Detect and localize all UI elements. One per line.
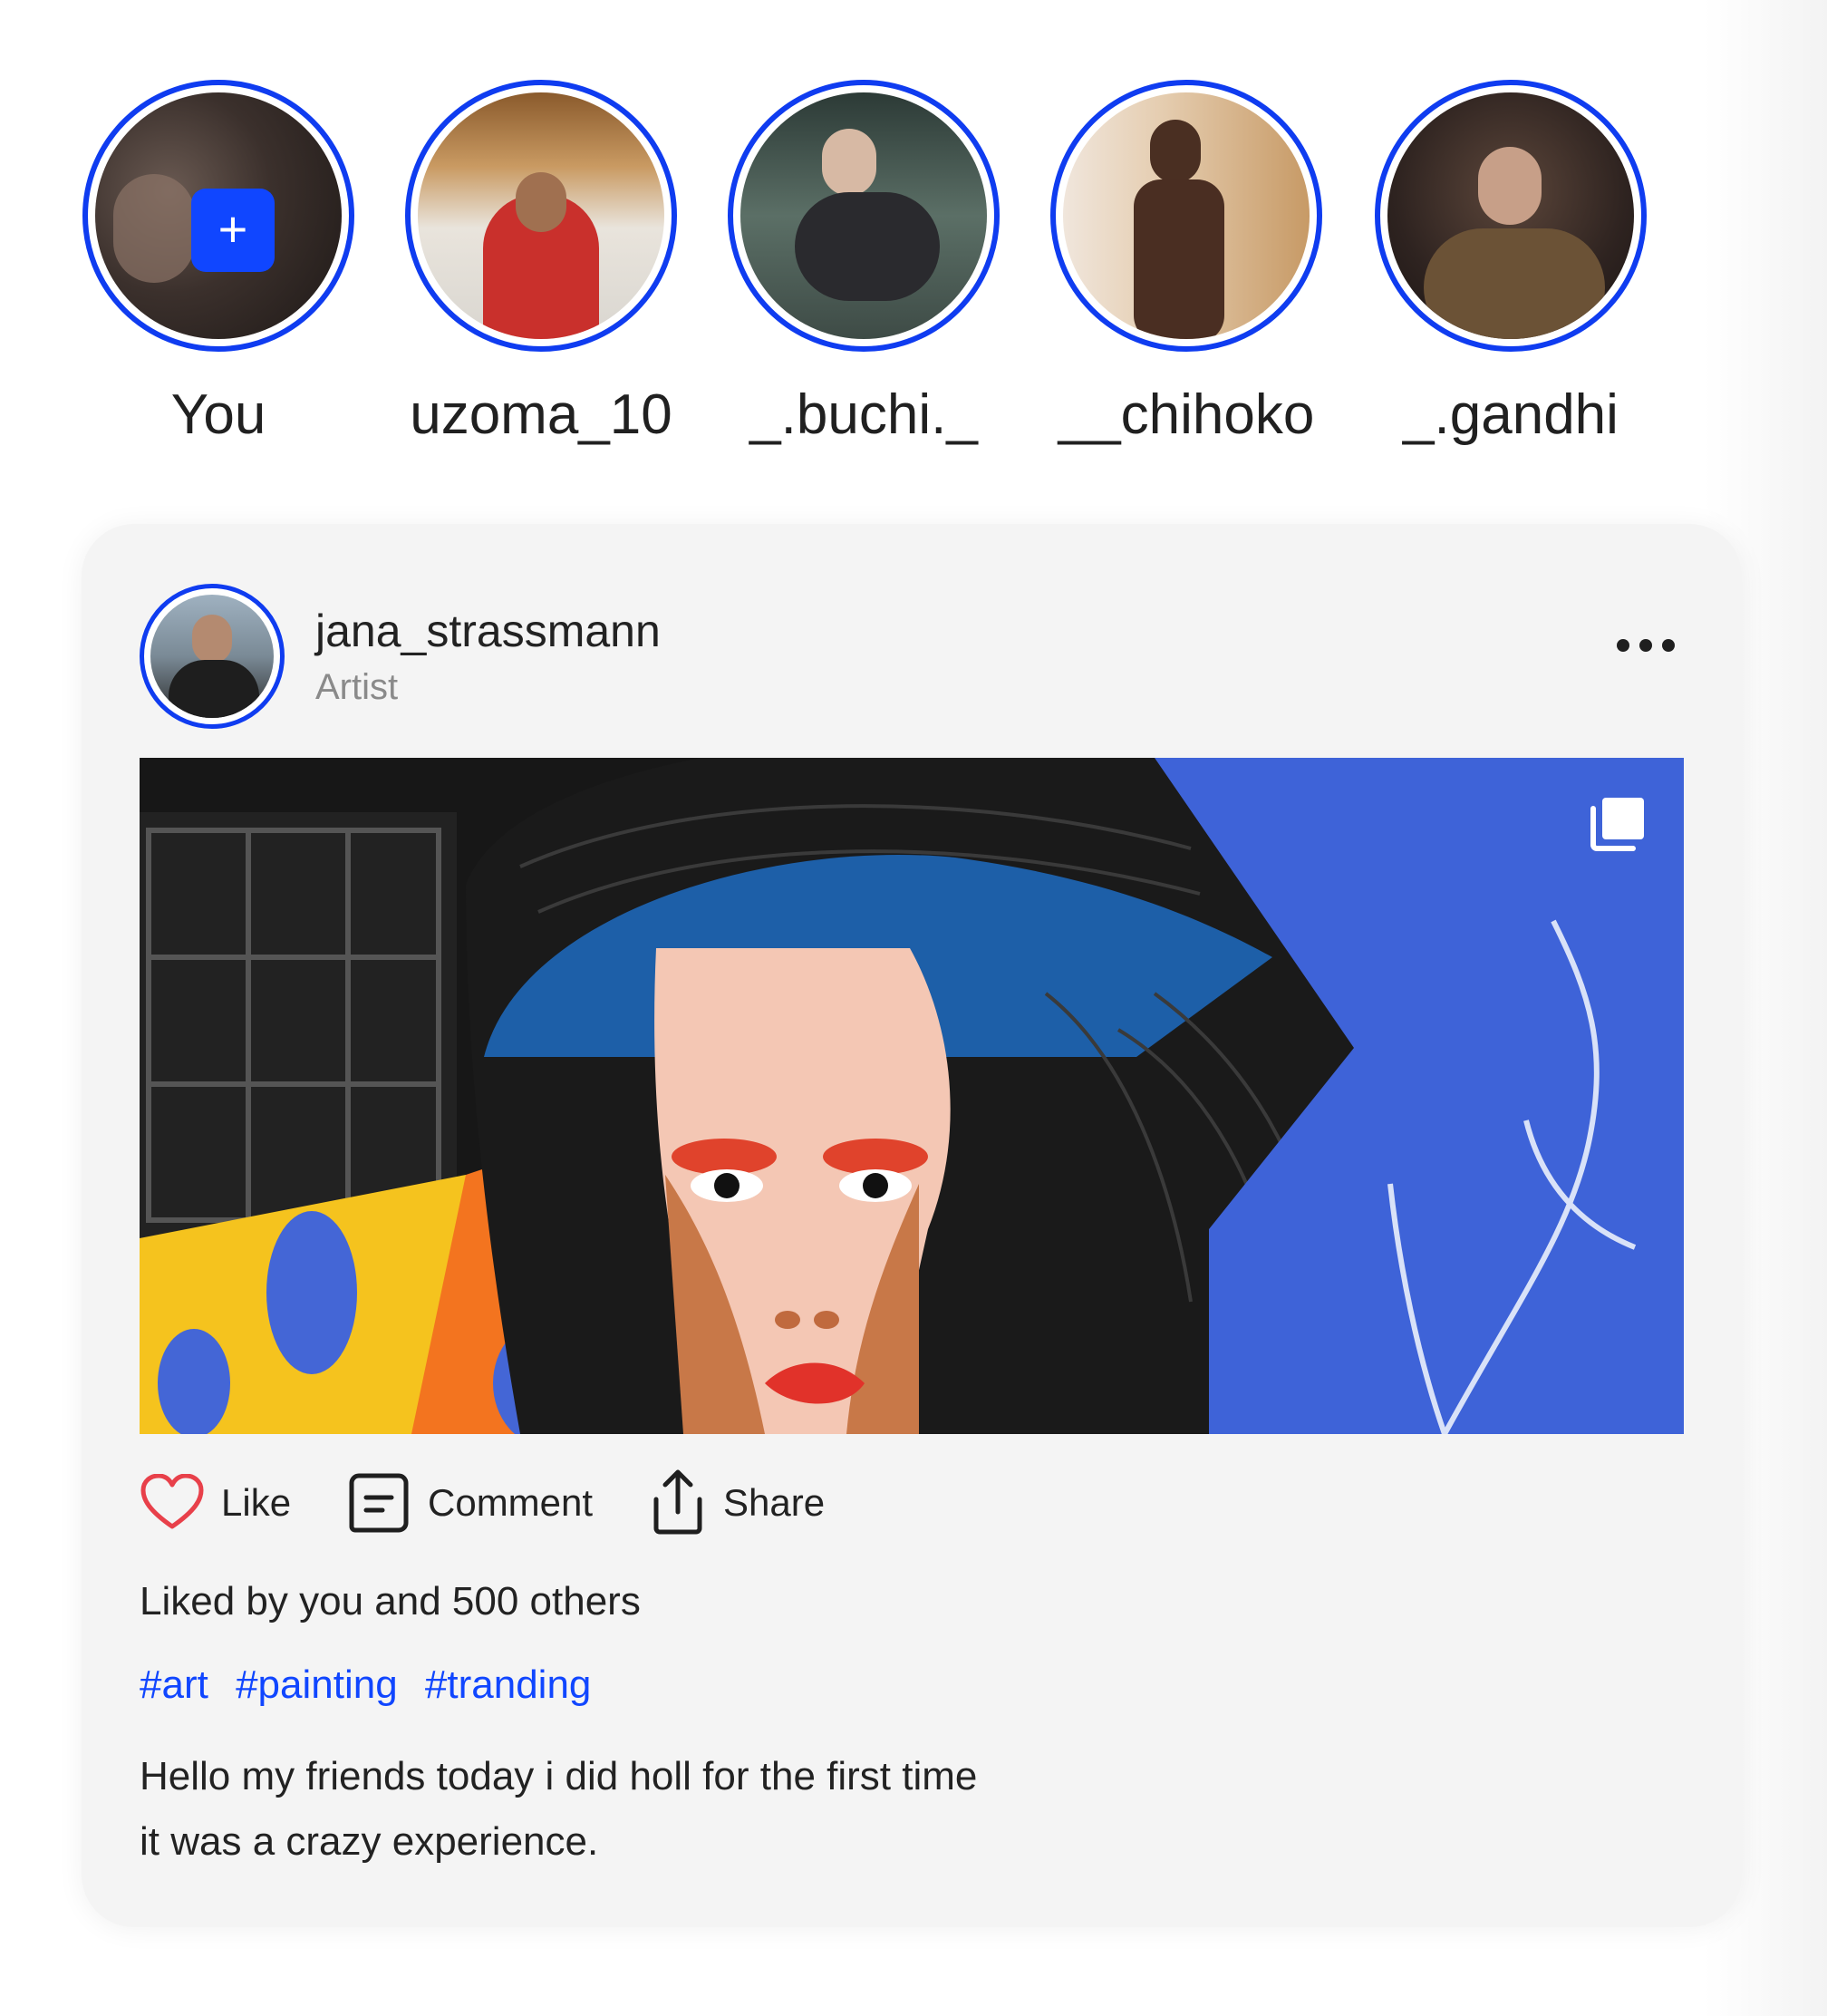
comment-label: Comment — [428, 1481, 594, 1524]
story-avatar — [418, 92, 664, 339]
story-buchi[interactable]: _.buchi._ — [723, 80, 1004, 448]
post-image[interactable] — [140, 758, 1684, 1434]
post-card: jana_strassmann Artist Like Comment Shar… — [82, 524, 1742, 1927]
like-label: Like — [221, 1481, 292, 1524]
comment-icon — [349, 1473, 409, 1533]
author-avatar-ring[interactable] — [140, 584, 285, 729]
story-label: _.buchi._ — [749, 383, 978, 446]
share-button[interactable]: Share — [649, 1467, 825, 1539]
story-gandhi[interactable]: _.gandhi — [1370, 80, 1651, 448]
story-avatar — [1063, 92, 1310, 339]
likes-count[interactable]: Liked by you and 500 others — [140, 1577, 641, 1626]
hashtag-link[interactable]: #painting — [236, 1662, 398, 1707]
story-ring — [405, 80, 677, 352]
story-ring — [1050, 80, 1322, 352]
story-label: _.gandhi — [1403, 383, 1619, 446]
story-ring — [728, 80, 1000, 352]
hashtag-link[interactable]: #art — [140, 1662, 208, 1707]
story-avatar: + — [95, 92, 342, 339]
multiple-images-icon — [1590, 798, 1644, 851]
author-role: Artist — [315, 667, 399, 707]
post-caption: Hello my friends today i did holl for th… — [140, 1744, 1227, 1875]
more-options-icon[interactable] — [1617, 635, 1675, 656]
story-uzoma[interactable]: uzoma_10 — [401, 80, 682, 448]
like-button[interactable]: Like — [140, 1467, 291, 1539]
story-label: You — [170, 383, 266, 446]
author-name[interactable]: jana_strassmann — [315, 604, 661, 658]
add-story-button[interactable]: + — [191, 189, 275, 272]
hashtags: #art #painting #tranding — [140, 1661, 607, 1710]
story-ring: + — [82, 80, 354, 352]
caption-line: Hello my friends today i did holl for th… — [140, 1754, 978, 1798]
post-actions: Like Comment Share — [140, 1467, 955, 1539]
hashtag-link[interactable]: #tranding — [425, 1662, 591, 1707]
story-avatar — [740, 92, 987, 339]
share-icon — [653, 1469, 702, 1535]
story-chihoko[interactable]: __chihoko — [1046, 80, 1327, 448]
story-you[interactable]: + You — [78, 80, 359, 448]
caption-line: it was a crazy experience. — [140, 1819, 599, 1864]
share-label: Share — [723, 1481, 826, 1524]
author-avatar — [150, 595, 274, 718]
story-ring — [1375, 80, 1647, 352]
stories-bar: + You uzoma_10 _.buchi._ __chihoko _.gan… — [0, 0, 1827, 471]
mural-artwork — [140, 758, 1684, 1434]
story-label: __chihoko — [1058, 383, 1315, 446]
heart-icon — [140, 1474, 204, 1529]
story-avatar — [1387, 92, 1634, 339]
story-label: uzoma_10 — [410, 383, 672, 446]
comment-button[interactable]: Comment — [346, 1467, 593, 1539]
